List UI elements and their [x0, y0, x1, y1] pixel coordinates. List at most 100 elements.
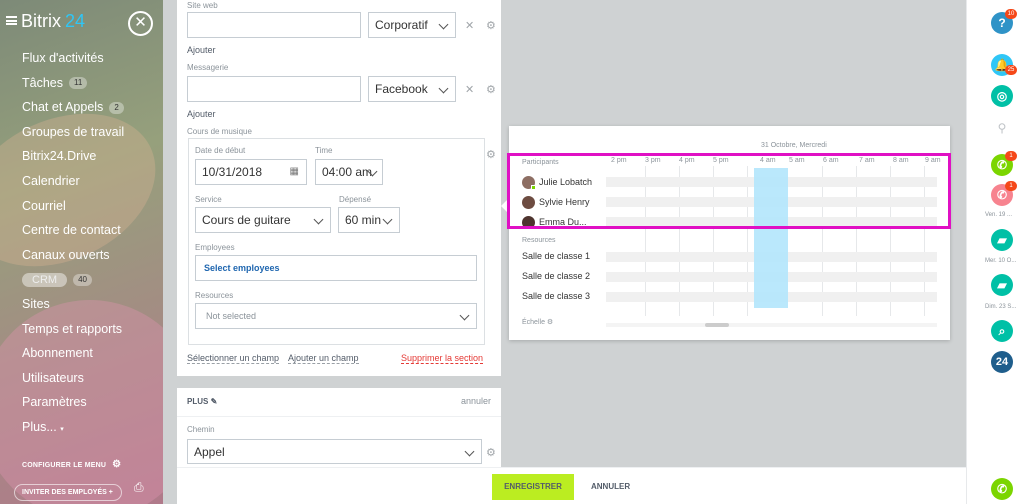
- sidebar-item-label: Temps et rapports: [22, 321, 123, 336]
- add-site-link[interactable]: Ajouter: [187, 45, 216, 55]
- remove-icon[interactable]: ✕: [465, 19, 474, 32]
- save-button[interactable]: ENREGISTRER: [492, 474, 574, 500]
- printer-icon[interactable]: ⎙: [134, 480, 144, 495]
- resources-label: Resources: [195, 291, 234, 300]
- close-icon[interactable]: ✕: [128, 11, 153, 36]
- sidebar-item-taches[interactable]: Tâches 11: [0, 71, 163, 96]
- delete-section-link[interactable]: Supprimer la section: [401, 353, 484, 364]
- sidebar-item-label: Paramètres: [22, 395, 87, 410]
- scale-label: Échelle: [522, 319, 545, 326]
- service-value: Cours de guitare: [202, 213, 291, 227]
- invite-employees-button[interactable]: INVITER DES EMPLOYÉS +: [14, 484, 122, 501]
- sidebar-item-contact-center[interactable]: Centre de contact: [0, 218, 163, 243]
- add-messagerie-link[interactable]: Ajouter: [187, 109, 216, 119]
- path-select[interactable]: Appel: [187, 439, 482, 464]
- sidebar-item-canaux[interactable]: Canaux ouverts: [0, 243, 163, 268]
- employees-label: Employees: [195, 243, 235, 252]
- sidebar-item-label: Flux d'activités: [22, 51, 104, 65]
- pencil-icon[interactable]: ✎: [211, 397, 218, 406]
- sidebar-item-calendrier[interactable]: Calendrier: [0, 169, 163, 194]
- sidebar-item-sites[interactable]: Sites: [0, 292, 163, 317]
- employees-field[interactable]: Select employees: [195, 255, 477, 281]
- menu-icon[interactable]: [6, 16, 17, 25]
- sidebar-item-label: Tâches: [22, 75, 63, 90]
- open-lines-icon[interactable]: ◎: [991, 85, 1013, 107]
- counter-badge: 11: [69, 77, 88, 90]
- cancel-button[interactable]: ANNULER: [591, 474, 630, 500]
- messagerie-type-select[interactable]: Facebook: [368, 76, 456, 102]
- select-value: Facebook: [375, 82, 428, 96]
- gear-icon[interactable]: ⚙: [486, 148, 496, 161]
- right-sidebar: ? 10 🔔 25 ◎ ⚲ ✆ 1 ✆ 1 Ven. 19 ... ▰ Mer.…: [966, 0, 1024, 504]
- messagerie-label: Messagerie: [187, 63, 229, 72]
- time-label: Time: [315, 146, 333, 155]
- gear-icon[interactable]: ⚙: [486, 83, 496, 96]
- configure-menu-button[interactable]: CONFIGURER LE MENU ⚙: [22, 459, 121, 470]
- site-web-type-select[interactable]: Corporatif: [368, 12, 456, 38]
- search-chat-icon[interactable]: ⌕: [991, 320, 1013, 342]
- plus-section: PLUS ✎ annuler Chemin Appel ⚙: [177, 388, 501, 468]
- select-field-link[interactable]: Sélectionner un champ: [187, 353, 280, 364]
- date-input[interactable]: 10/31/2018 ▦: [195, 159, 307, 185]
- sidebar-item-courriel[interactable]: Courriel: [0, 194, 163, 219]
- sidebar-item-utilisateurs[interactable]: Utilisateurs: [0, 366, 163, 391]
- calendar-icon[interactable]: ▦: [290, 160, 299, 184]
- plus-title: PLUS ✎: [187, 397, 217, 406]
- contact-form: Site web Corporatif ✕ ⚙ Ajouter Messager…: [177, 0, 501, 376]
- music-lesson-section: Date de début 10/31/2018 ▦ Time 04:00 am …: [188, 138, 485, 345]
- room-name: Salle de classe 1: [522, 251, 591, 261]
- participants-highlight: [507, 153, 951, 229]
- time-select[interactable]: 04:00 am: [315, 159, 383, 185]
- logo-text: Bitrix: [21, 11, 61, 31]
- recent-label: Dim. 23 S...: [985, 304, 1017, 310]
- logo-number: 24: [65, 11, 86, 31]
- recent-label: Mer. 10 O...: [985, 258, 1017, 264]
- add-field-link[interactable]: Ajouter un champ: [288, 353, 359, 364]
- sidebar-item-chat[interactable]: Chat et Appels 2: [0, 95, 163, 120]
- plus-title-text: PLUS: [187, 397, 209, 406]
- action-bar: ENREGISTRER ANNULER: [177, 467, 966, 504]
- sidebar-item-label: Courriel: [22, 198, 66, 213]
- resources-select[interactable]: Not selected: [195, 303, 477, 329]
- gear-icon[interactable]: ⚙: [486, 19, 496, 32]
- sidebar-item-drive[interactable]: Bitrix24.Drive: [0, 144, 163, 169]
- scrollbar-thumb[interactable]: [705, 323, 729, 327]
- sidebar-item-groupes[interactable]: Groupes de travail: [0, 120, 163, 145]
- megaphone-icon[interactable]: ▰: [991, 274, 1013, 296]
- invite-label: INVITER DES EMPLOYÉS: [22, 489, 107, 496]
- sidebar-item-parametres[interactable]: Paramètres: [0, 390, 163, 415]
- site-web-input[interactable]: [187, 12, 361, 38]
- gear-icon[interactable]: ⚙: [486, 446, 496, 459]
- resources-label: Resources: [522, 237, 556, 244]
- sidebar-item-flux[interactable]: Flux d'activités: [0, 46, 163, 71]
- time-value: 04:00 am: [322, 165, 373, 179]
- sidebar-item-label: Abonnement: [22, 346, 93, 361]
- sidebar-item-label: Canaux ouverts: [22, 247, 110, 262]
- sidebar-item-temps[interactable]: Temps et rapports: [0, 317, 163, 342]
- sidebar-item-label: Plus...: [22, 419, 57, 434]
- dropdown-arrow-icon: ▾: [60, 425, 64, 433]
- sidebar-item-label: Groupes de travail: [22, 124, 125, 139]
- search-icon[interactable]: ⚲: [991, 117, 1013, 139]
- sidebar-item-abonnement[interactable]: Abonnement: [0, 341, 163, 366]
- sidebar-item-crm[interactable]: CRM 40: [0, 267, 163, 292]
- schedule-date: 31 Octobre, Mercredi: [761, 142, 827, 149]
- divider: [177, 416, 501, 417]
- remove-icon[interactable]: ✕: [465, 83, 474, 96]
- bitrix24-icon[interactable]: 24: [991, 351, 1013, 373]
- spent-select[interactable]: 60 min: [338, 207, 400, 233]
- timeline-scrollbar[interactable]: [606, 323, 937, 327]
- megaphone-icon[interactable]: ▰: [991, 229, 1013, 251]
- spent-value: 60 min: [345, 213, 382, 227]
- chevron-down-icon: [464, 446, 475, 457]
- sidebar-menu: Flux d'activités Tâches 11 Chat et Appels…: [0, 46, 163, 440]
- phone-icon[interactable]: ✆: [991, 478, 1013, 500]
- service-select[interactable]: Cours de guitare: [195, 207, 331, 233]
- messagerie-input[interactable]: [187, 76, 361, 102]
- plus-cancel-link[interactable]: annuler: [461, 396, 491, 406]
- scale-control[interactable]: Échelle ⚙: [522, 318, 553, 326]
- logo[interactable]: Bitrix 24: [21, 11, 85, 32]
- sidebar-item-plus[interactable]: Plus... ▾: [0, 415, 163, 440]
- room-name: Salle de classe 3: [522, 291, 591, 301]
- select-employees-link[interactable]: Select employees: [204, 263, 280, 273]
